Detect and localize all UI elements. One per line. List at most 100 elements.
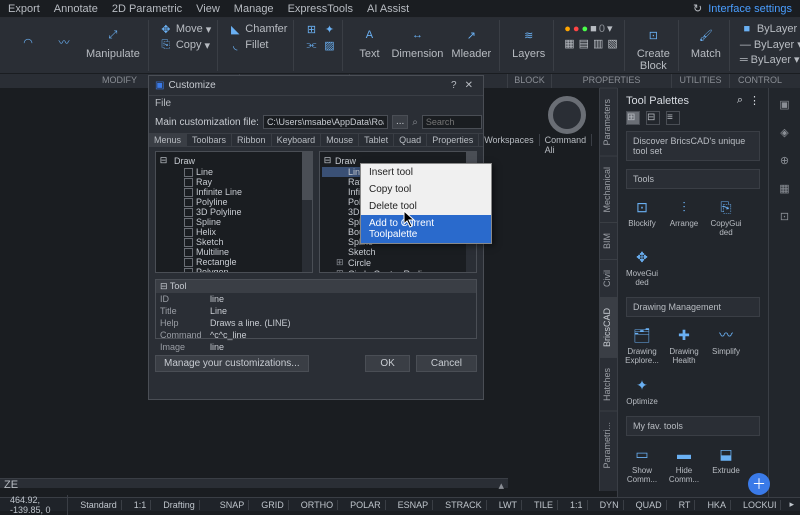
left-tree-item[interactable]: Polyline bbox=[158, 197, 310, 207]
tool-arrange[interactable]: ⫶Arrange bbox=[668, 197, 700, 237]
status-esnap[interactable]: ESNAP bbox=[394, 500, 434, 510]
context-add-to-toolpalette[interactable]: Add to Current Toolpalette bbox=[361, 215, 491, 243]
left-tree-item[interactable]: Rectangle bbox=[158, 257, 310, 267]
manipulate-tool[interactable]: ⤢Manipulate bbox=[84, 22, 142, 62]
palette-tab-bim[interactable]: BIM bbox=[600, 222, 617, 259]
view-grid-large-icon[interactable]: ⊞ bbox=[626, 111, 640, 125]
tool-blockify[interactable]: ⊡Blockify bbox=[626, 197, 658, 237]
tool-drawing-explorer[interactable]: 🗂Drawing Explore... bbox=[626, 325, 658, 365]
tool-hide-commands[interactable]: ▬Hide Comm... bbox=[668, 444, 700, 484]
right-tree-item[interactable]: ⊞Circle Center-Radius bbox=[322, 268, 474, 273]
menu-express-tools[interactable]: ExpressTools bbox=[288, 3, 353, 15]
layer-prop-1[interactable]: ● bbox=[564, 23, 571, 35]
view-list-icon[interactable]: ≡ bbox=[666, 111, 680, 125]
view-compass[interactable] bbox=[548, 96, 586, 134]
match-tool[interactable]: 🖌Match bbox=[689, 22, 723, 62]
tool-copy-guided[interactable]: ⎘CopyGui ded bbox=[710, 197, 742, 237]
tool-simplify[interactable]: 〰Simplify bbox=[710, 325, 742, 365]
status-lockui[interactable]: LOCKUI bbox=[739, 500, 782, 510]
palette-tab-parametric[interactable]: Parametri... bbox=[600, 411, 617, 479]
discover-banner[interactable]: Discover BricsCAD's unique tool set bbox=[626, 131, 760, 161]
status-1to1[interactable]: 1:1 bbox=[566, 500, 588, 510]
tab-keyboard[interactable]: Keyboard bbox=[272, 134, 322, 146]
left-tree-item[interactable]: Polygon bbox=[158, 267, 310, 273]
strip-icon-4[interactable]: ▦ bbox=[777, 180, 793, 196]
tool-extrude[interactable]: ⬓Extrude bbox=[710, 444, 742, 484]
browse-button[interactable]: ... bbox=[392, 115, 408, 129]
layer-dropdown[interactable]: ▾ bbox=[607, 22, 613, 35]
left-tree-item[interactable]: Ray bbox=[158, 177, 310, 187]
status-rt[interactable]: RT bbox=[675, 500, 696, 510]
explode-tool[interactable]: ✦ bbox=[322, 22, 336, 36]
status-dyn[interactable]: DYN bbox=[596, 500, 624, 510]
context-insert-tool[interactable]: Insert tool bbox=[361, 164, 491, 181]
copy-tool[interactable]: ⎘Copy▾ bbox=[159, 38, 211, 52]
manage-customizations-button[interactable]: Manage your customizations... bbox=[155, 355, 309, 372]
menu-view[interactable]: View bbox=[196, 3, 220, 15]
status-tile[interactable]: TILE bbox=[530, 500, 558, 510]
layer-icon-1[interactable]: ▦ bbox=[564, 37, 574, 50]
status-ortho[interactable]: ORTHO bbox=[297, 500, 338, 510]
status-expand-icon[interactable]: ▸ bbox=[789, 499, 794, 510]
scrollbar[interactable] bbox=[302, 152, 312, 272]
menu-annotate[interactable]: Annotate bbox=[54, 3, 98, 15]
menu-manage[interactable]: Manage bbox=[234, 3, 274, 15]
collapse-icon[interactable]: ⊟ bbox=[160, 281, 168, 291]
left-tree-item[interactable]: Spline bbox=[158, 217, 310, 227]
cancel-button[interactable]: Cancel bbox=[416, 355, 477, 372]
layer-prop-3[interactable]: ● bbox=[582, 23, 589, 35]
status-hka[interactable]: HKA bbox=[703, 500, 731, 510]
add-fab-button[interactable]: ＋ bbox=[748, 473, 770, 495]
ok-button[interactable]: OK bbox=[365, 355, 409, 372]
context-copy-tool[interactable]: Copy tool bbox=[361, 181, 491, 198]
menu-ai-assist[interactable]: AI Assist bbox=[367, 3, 409, 15]
align-tool[interactable]: ⫘ bbox=[304, 38, 318, 52]
chamfer-tool[interactable]: ◣Chamfer bbox=[228, 22, 287, 36]
left-tree[interactable]: ⊟Draw LineRayInfinite LinePolyline3D Pol… bbox=[155, 151, 313, 273]
layer-icon-3[interactable]: ▥ bbox=[593, 37, 603, 50]
strip-icon-2[interactable]: ◈ bbox=[777, 124, 793, 140]
left-tree-item[interactable]: Helix bbox=[158, 227, 310, 237]
right-tree-item[interactable]: ⊞Circle bbox=[322, 257, 474, 268]
layer-prop-2[interactable]: ● bbox=[573, 23, 580, 35]
move-tool[interactable]: ✥Move▾ bbox=[159, 22, 211, 36]
close-icon[interactable]: ✕ bbox=[461, 80, 477, 91]
layer-icon-2[interactable]: ▤ bbox=[579, 37, 589, 50]
tab-command-aliases[interactable]: Command Ali bbox=[540, 134, 593, 146]
history-icon[interactable]: ↻ bbox=[693, 2, 702, 15]
view-grid-small-icon[interactable]: ⊟ bbox=[646, 111, 660, 125]
pattern-tool[interactable]: ⊞ bbox=[304, 22, 318, 36]
layer-prop-4[interactable]: ■ bbox=[590, 23, 597, 35]
hatch-tool[interactable]: ▨ bbox=[322, 38, 336, 52]
path-input[interactable] bbox=[263, 115, 388, 129]
palette-tab-parameters[interactable]: Parameters bbox=[600, 88, 617, 156]
status-standard[interactable]: Standard bbox=[76, 500, 122, 510]
mleader-tool[interactable]: ↗Mleader bbox=[449, 22, 493, 62]
tab-menus[interactable]: Menus bbox=[149, 134, 187, 146]
left-tree-item[interactable]: 3D Polyline bbox=[158, 207, 310, 217]
status-scale[interactable]: 1:1 bbox=[130, 500, 152, 510]
fillet-tool[interactable]: ◟Fillet bbox=[228, 38, 287, 52]
right-tree-item[interactable]: Sketch bbox=[322, 247, 474, 257]
strip-icon-1[interactable]: ▣ bbox=[777, 96, 793, 112]
layer-icon-4[interactable]: ▧ bbox=[607, 37, 617, 50]
tool-drawing-health[interactable]: ✚Drawing Health bbox=[668, 325, 700, 365]
strip-icon-5[interactable]: ⊡ bbox=[777, 208, 793, 224]
command-line[interactable]: ZE ▴ bbox=[0, 478, 508, 488]
collapse-icon[interactable]: ⊟ bbox=[159, 155, 168, 166]
collapse-icon[interactable]: ⊟ bbox=[323, 155, 332, 166]
status-snap[interactable]: SNAP bbox=[216, 500, 250, 510]
text-tool[interactable]: AText bbox=[353, 22, 385, 62]
tab-ribbon[interactable]: Ribbon bbox=[232, 134, 272, 146]
polyline-tool[interactable]: 〰 bbox=[48, 29, 80, 55]
create-block-tool[interactable]: ⊡Create Block bbox=[635, 22, 672, 74]
search-input[interactable] bbox=[422, 115, 482, 129]
search-icon[interactable]: ⌕ bbox=[737, 94, 743, 107]
tab-mouse[interactable]: Mouse bbox=[321, 134, 359, 146]
menu-icon[interactable]: ⋮ bbox=[749, 94, 760, 107]
interface-settings-link[interactable]: Interface settings bbox=[708, 3, 792, 15]
status-polar[interactable]: POLAR bbox=[346, 500, 386, 510]
tool-move-guided[interactable]: ✥MoveGui ded bbox=[626, 247, 658, 287]
palette-tab-mechanical[interactable]: Mechanical bbox=[600, 156, 617, 223]
status-grid[interactable]: GRID bbox=[257, 500, 289, 510]
